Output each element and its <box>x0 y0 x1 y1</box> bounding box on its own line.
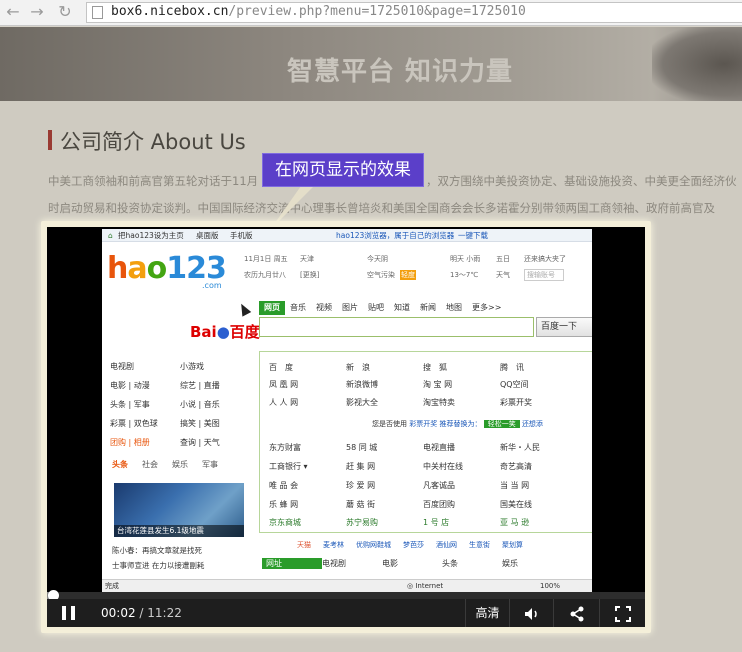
weather-lunar: 农历九月廿八 <box>244 271 286 279</box>
inner-download: 一键下载 <box>458 231 488 240</box>
video-screen: ⌂ 把hao123设为主页 桌面版 手机版 hao123浏览器，属于自己的浏览器… <box>102 229 592 592</box>
site-grid-row: 京东商城 苏宁易购 1 号 店亚 马 逊 <box>269 518 530 527</box>
site-grid-row: 人 人 网影视大全 淘宝特卖 彩票开奖 <box>269 398 532 407</box>
weather-today: 今天阴 <box>367 255 388 263</box>
progress-bar[interactable] <box>47 592 645 599</box>
volume-icon[interactable] <box>509 599 553 627</box>
inner-search-tab: 视频 <box>316 303 332 312</box>
time-display: 00:02 / 11:22 <box>101 599 182 627</box>
paragraph-line-1a: 中美工商领袖和前高官第五轮对话于11月 <box>48 174 259 188</box>
weather-temp: 13～7℃ <box>450 271 479 279</box>
inner-left-nav: 电视剧 小游戏 电影 | 动漫 综艺 | 直播 头条 | 军事 小说 | 音乐 彩票 … <box>110 357 250 452</box>
inner-desktop: 桌面版 <box>196 231 219 240</box>
weather-air: 空气污染 <box>367 271 395 279</box>
header-banner: 智慧平台 知识力量 <box>0 27 742 101</box>
inner-left-row: 电影 | 动漫 综艺 | 直播 <box>110 381 220 390</box>
weather-tomorrow: 明天 小雨 <box>450 255 481 263</box>
weather-air-level: 轻度 <box>400 270 416 280</box>
globe-icon: ◎ Internet <box>407 582 444 590</box>
inner-set-home: 把hao123设为主页 <box>118 231 184 240</box>
site-grid-row: 百 度新 浪搜 狐腾 讯 <box>269 363 524 372</box>
left-news-item: 士事师宣进 在力以接遭副耗 <box>112 561 205 570</box>
inner-search-tab: 新闻 <box>420 303 436 312</box>
news-caption: 台湾花莲县发生6.1级地震 <box>114 525 244 537</box>
inner-browser-promo: hao123浏览器，属于自己的浏览器 <box>336 231 455 240</box>
banner-title: 智慧平台 知识力量 <box>286 57 514 87</box>
inner-bottom-tabs: 网址 电视剧 电影 头条 娱乐 <box>262 558 562 569</box>
inner-left-row: 电视剧 小游戏 <box>110 362 204 371</box>
weather-date: 11月1日 周五 <box>244 255 288 263</box>
inner-left-row: 彩票 | 双色球 搞笑 | 美图 <box>110 419 220 428</box>
paragraph-line-2: 时启动贸易和投资协定谈判。中国国际经济交流中心理事长曾培炎和美国全国商会会长多诺… <box>48 201 715 215</box>
baidu-paw-icon: ● <box>216 323 230 341</box>
inner-status-bar: 完成 ◎ Internet 100% <box>102 579 592 592</box>
inner-search-tab: 地图 <box>446 303 462 312</box>
site-grid-row: 唯 品 会珍 爱 网凡客诚品当 当 网 <box>269 481 530 490</box>
inner-mobile: 手机版 <box>230 231 253 240</box>
pause-icon[interactable] <box>62 606 78 620</box>
quality-button[interactable]: 高清 <box>465 599 509 627</box>
left-news-item: 陈小春：再搞文章就是找死 <box>112 546 202 555</box>
inner-topbar: ⌂ 把hao123设为主页 桌面版 手机版 hao123浏览器，属于自己的浏览器… <box>102 229 592 242</box>
share-icon[interactable] <box>553 599 599 627</box>
address-bar[interactable]: box6.nicebox.cn/preview.php?menu=1725010… <box>86 2 742 23</box>
inner-search-button: 百度一下 <box>536 317 592 337</box>
paragraph-line-1b: ，双方围绕中美投资协定、基础设施投资、中美更全面经济伙 <box>426 174 737 188</box>
url-text: box6.nicebox.cn/preview.php?menu=1725010… <box>111 4 526 19</box>
inner-search-tab: 图片 <box>342 303 358 312</box>
reload-icon[interactable]: ↻ <box>54 2 76 22</box>
weather-fri: 五日 <box>496 255 510 263</box>
inner-replace-tip: 您是否使用 彩票开奖 推荐替换为： 轻松一笑 还想添 <box>372 420 543 428</box>
fullscreen-icon[interactable] <box>599 599 645 627</box>
time-separator: / <box>135 606 148 620</box>
inner-left-row: 团购 | 相册 查询 | 天气 <box>110 438 220 447</box>
weather-change: [更换] <box>300 271 320 279</box>
site-grid-row: 乐 蜂 网蘑 菇 街百度团购 国美在线 <box>269 500 532 509</box>
callout-label: 在网页显示的效果 <box>262 153 424 187</box>
player-controls: 00:02 / 11:22 高清 <box>47 599 645 627</box>
weather-label: 天气 <box>496 271 510 279</box>
weather-reminder: 还来搞大夹了 <box>524 255 566 263</box>
inner-search-tab: 音乐 <box>290 303 306 312</box>
inner-home-icon: ⌂ <box>108 231 113 240</box>
total-time: 11:22 <box>147 606 182 620</box>
site-grid-row: 东方财富 58 同 城电视直播 新华・人民 <box>269 443 540 452</box>
weather-city: 天津 <box>300 255 314 263</box>
inner-search-tab: 知道 <box>394 303 410 312</box>
inner-category-strip: 天猫 麦考林 优购网鞋城 梦芭莎 酒仙网 生意街 聚划算 <box>297 541 523 549</box>
inner-news-tabs: 头条 社会 娱乐 军事 <box>112 460 218 469</box>
site-grid-row: 凤 凰 网新浪微博淘 宝 网 QQ空间 <box>269 380 529 389</box>
inner-search-tab: 更多>> <box>472 303 502 312</box>
inner-search-box <box>259 317 534 337</box>
page-icon <box>92 6 103 19</box>
inner-left-row: 头条 | 军事 小说 | 音乐 <box>110 400 220 409</box>
section-title: 公司简介 About Us <box>60 130 246 154</box>
hao123-logo-com: .com <box>202 281 222 290</box>
inner-search-tab: 贴吧 <box>368 303 384 312</box>
inner-account-search: 搜输账号 <box>524 269 564 281</box>
inner-search-tab: 网页 <box>259 301 285 315</box>
current-time: 00:02 <box>101 606 136 620</box>
baidu-logo: Bai●百度 <box>190 323 260 341</box>
inner-search-tabs: 网页 音乐 视频 图片 贴吧 知道 新闻 地图 更多>> <box>259 301 506 315</box>
site-grid-row: 工商银行 ▾ 赶 集 网中关村在线 奇艺高清 <box>269 462 532 471</box>
arrow-right-icon[interactable]: → <box>26 2 48 22</box>
arrow-left-icon[interactable]: ← <box>2 2 24 22</box>
browser-toolbar: ← → ↻ box6.nicebox.cn/preview.php?menu=1… <box>0 0 742 26</box>
section-marker <box>48 130 52 150</box>
